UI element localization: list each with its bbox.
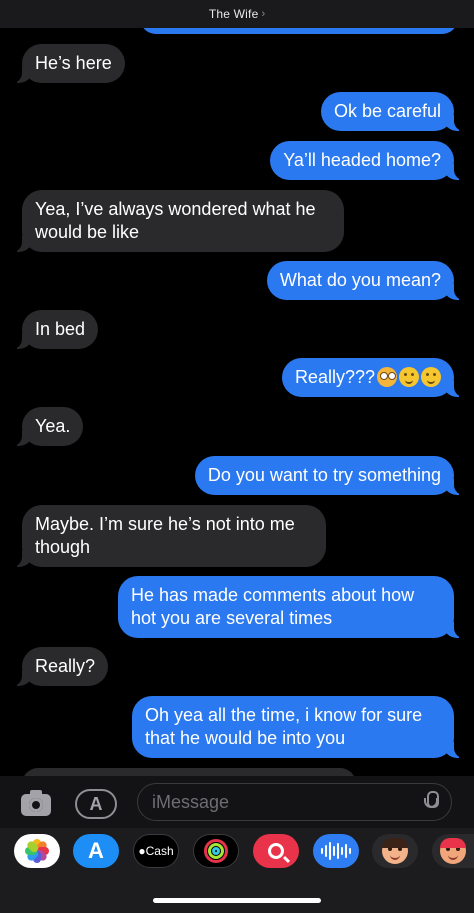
message-text: What do you mean? [279, 270, 441, 290]
app-store-app-button[interactable]: A [73, 834, 119, 868]
imessage-input[interactable] [137, 783, 452, 821]
app-store-icon: A [88, 838, 104, 863]
message-outgoing[interactable]: Oh yea all the time, i know for sure tha… [132, 696, 464, 758]
camera-icon [21, 790, 51, 816]
search-icon [268, 843, 284, 859]
app-store-icon: A [89, 793, 103, 814]
microphone-icon[interactable] [424, 791, 439, 813]
message-incoming[interactable]: In bed [11, 310, 99, 349]
message-outgoing[interactable]: Do you want to try something [194, 456, 465, 495]
apple-cash-icon: ● [138, 844, 146, 858]
message-text: Yea, I’ve always wondered what he would … [35, 199, 316, 242]
memoji-stickers-app-button[interactable] [432, 834, 474, 868]
message-incoming[interactable]: He’s here [12, 44, 125, 83]
message-outgoing[interactable]: Ok be careful [320, 92, 465, 131]
message-outgoing[interactable]: Ya’ll headed home? [270, 141, 464, 180]
message-incoming[interactable]: Really? [11, 647, 109, 686]
message-text: Ok be careful [333, 101, 441, 121]
message-text: Yea. [35, 416, 71, 436]
home-indicator[interactable] [153, 898, 321, 903]
message-outgoing[interactable]: Really??? [281, 358, 465, 397]
activity-rings-icon [204, 839, 228, 863]
message-text: In bed [35, 319, 86, 339]
message-text: He has made comments about how hot you a… [131, 585, 415, 628]
message-text: Ya’ll headed home? [283, 150, 441, 170]
audio-message-icon [321, 841, 351, 861]
message-incoming[interactable]: Yea, I’ve always wondered what he would … [12, 190, 344, 252]
photos-app-button[interactable] [14, 834, 60, 868]
chevron-right-icon: › [261, 8, 266, 20]
camera-button[interactable] [17, 790, 55, 820]
message-text: Maybe. I’m sure he’s not into me though [35, 514, 295, 557]
apple-cash-app-button[interactable]: ● Cash [133, 834, 179, 868]
message-text: Really??? [294, 367, 375, 387]
search-app-button[interactable] [253, 834, 299, 868]
flushed-face-icon [377, 367, 397, 387]
message-incoming[interactable]: Maybe. I’m sure he’s not into me though [12, 505, 326, 567]
compose-bar: A [0, 776, 474, 828]
conversation-header[interactable]: The Wife › [0, 0, 474, 28]
activity-app-button[interactable] [193, 834, 239, 868]
message-text: Oh yea all the time, i know for sure tha… [145, 705, 423, 748]
contact-name[interactable]: The Wife [209, 7, 259, 21]
message-text: Really? [35, 656, 96, 676]
memoji-app-button[interactable] [372, 834, 418, 868]
message-text: Do you want to try something [207, 465, 441, 485]
audio-message-app-button[interactable] [313, 834, 359, 868]
message-incoming[interactable]: Yea. [11, 407, 84, 446]
relieved-face-icon [421, 367, 441, 387]
message-outgoing[interactable]: What do you mean? [266, 261, 465, 300]
memoji-stickers-icon [440, 838, 466, 864]
relieved-face-icon [399, 367, 419, 387]
message-text: He’s here [35, 53, 112, 73]
memoji-icon [382, 838, 408, 864]
message-outgoing[interactable]: He has made comments about how hot you a… [118, 576, 464, 638]
apps-button[interactable]: A [75, 789, 117, 819]
cash-label: Cash [145, 844, 174, 858]
